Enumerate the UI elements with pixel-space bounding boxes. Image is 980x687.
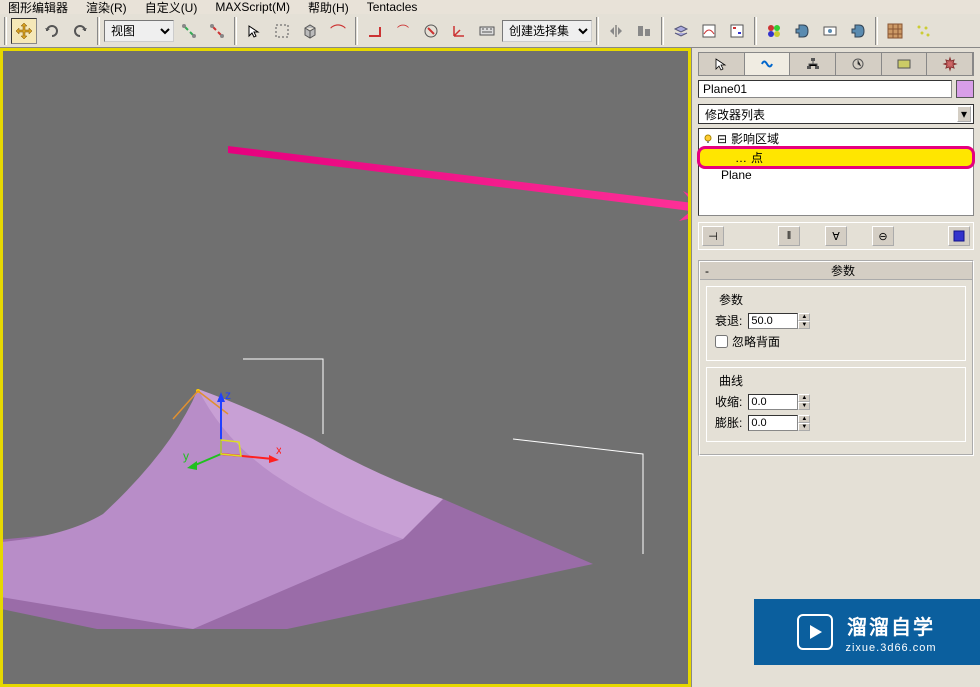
make-unique-button[interactable]: ∀ xyxy=(825,226,847,246)
stack-modifier-affect-region[interactable]: ⊟ 影响区域 xyxy=(699,129,973,148)
quick-render-button[interactable] xyxy=(845,18,871,44)
render-frame-button[interactable] xyxy=(817,18,843,44)
axis-button[interactable] xyxy=(446,18,472,44)
parameters-rollout: - 参数 参数 衰退: ▲▼ 忽略背面 xyxy=(698,260,974,456)
curve-editor-button[interactable] xyxy=(696,18,722,44)
params-group-label: 参数 xyxy=(715,291,747,308)
tab-hierarchy[interactable] xyxy=(790,53,836,75)
move-button[interactable] xyxy=(11,18,37,44)
menu-render[interactable]: 渲染(R) xyxy=(86,0,127,16)
ignore-backface-checkbox[interactable] xyxy=(715,335,728,348)
object-name-input[interactable] xyxy=(698,80,952,98)
tab-modify[interactable] xyxy=(745,53,791,75)
particles-button[interactable] xyxy=(910,18,936,44)
expand-label: 膨胀: xyxy=(715,414,742,431)
expand-spinner[interactable]: ▲▼ xyxy=(748,415,810,431)
play-icon xyxy=(797,614,833,650)
pin-stack-button[interactable]: ⊣ xyxy=(702,226,724,246)
menu-customize[interactable]: 自定义(U) xyxy=(145,0,198,16)
selection-set-dropdown[interactable]: 创建选择集 xyxy=(502,20,592,42)
stack-base-plane[interactable]: Plane xyxy=(699,167,973,183)
menu-bar: 图形编辑器 渲染(R) 自定义(U) MAXScript(M) 帮助(H) Te… xyxy=(0,0,980,14)
modifier-stack[interactable]: ⊟ 影响区域 … 点 Plane xyxy=(698,128,974,216)
tab-create[interactable] xyxy=(699,53,745,75)
shrink-spinner[interactable]: ▲▼ xyxy=(748,394,810,410)
configure-sets-button[interactable] xyxy=(948,226,970,246)
show-end-result-button[interactable]: ‖ xyxy=(778,226,800,246)
stack-toolbar: ⊣ ‖ ∀ ⊖ xyxy=(698,222,974,250)
render-setup-button[interactable] xyxy=(789,18,815,44)
menu-help[interactable]: 帮助(H) xyxy=(308,0,349,16)
svg-text:z: z xyxy=(225,388,231,402)
main-toolbar: 视图 ⌒ ⌒ 创建选择集 xyxy=(0,14,980,48)
undo-button[interactable] xyxy=(39,18,65,44)
tab-motion[interactable] xyxy=(836,53,882,75)
viewport-mesh xyxy=(0,129,673,629)
axis-gizmo[interactable]: z x y xyxy=(181,384,281,484)
rollout-header[interactable]: - 参数 xyxy=(700,262,972,280)
shrink-label: 收缩: xyxy=(715,393,742,410)
select-button[interactable] xyxy=(241,18,267,44)
angle-snap-button[interactable] xyxy=(362,18,388,44)
remove-modifier-button[interactable]: ⊖ xyxy=(872,226,894,246)
menu-graphics-editor[interactable]: 图形编辑器 xyxy=(8,0,68,16)
watermark: 溜溜自学 zixue.3d66.com xyxy=(754,599,980,665)
tab-display[interactable] xyxy=(882,53,928,75)
spinner-snap-button[interactable] xyxy=(418,18,444,44)
svg-text:y: y xyxy=(183,449,189,463)
falloff-label: 衰退: xyxy=(715,312,742,329)
falloff-spinner[interactable]: ▲▼ xyxy=(748,313,810,329)
view-dropdown[interactable]: 视图 xyxy=(104,20,174,42)
tab-utilities[interactable] xyxy=(927,53,973,75)
keyboard-button[interactable] xyxy=(474,18,500,44)
select-region-button[interactable] xyxy=(269,18,295,44)
menu-tentacles[interactable]: Tentacles xyxy=(367,0,418,14)
ignore-backface-label: 忽略背面 xyxy=(732,333,780,350)
cube-button[interactable] xyxy=(297,18,323,44)
command-panel-tabs xyxy=(698,52,974,76)
modifier-list-label: 修改器列表 xyxy=(705,106,765,123)
percent-snap-button[interactable]: ⌒ xyxy=(390,18,416,44)
layer-button[interactable] xyxy=(668,18,694,44)
schematic-button[interactable] xyxy=(724,18,750,44)
menu-maxscript[interactable]: MAXScript(M) xyxy=(215,0,290,14)
object-color-swatch[interactable] xyxy=(956,80,974,98)
curve-group-label: 曲线 xyxy=(715,372,747,389)
material-editor-button[interactable] xyxy=(761,18,787,44)
mirror-button[interactable] xyxy=(603,18,629,44)
stack-subobject-point[interactable]: … 点 xyxy=(699,148,973,167)
snap-button[interactable]: ⌒ xyxy=(325,18,351,44)
grid-button[interactable] xyxy=(882,18,908,44)
dropdown-arrow-icon: ▾ xyxy=(957,106,971,122)
command-panel: 修改器列表 ▾ ⊟ 影响区域 … 点 Plane ⊣ ‖ ∀ ⊖ xyxy=(691,48,980,687)
align-button[interactable] xyxy=(631,18,657,44)
viewport[interactable]: z x y xyxy=(0,48,691,687)
link-button[interactable] xyxy=(176,18,202,44)
modifier-list-dropdown[interactable]: 修改器列表 ▾ xyxy=(698,104,974,124)
unlink-button[interactable] xyxy=(204,18,230,44)
svg-text:x: x xyxy=(276,443,281,457)
redo-button[interactable] xyxy=(67,18,93,44)
